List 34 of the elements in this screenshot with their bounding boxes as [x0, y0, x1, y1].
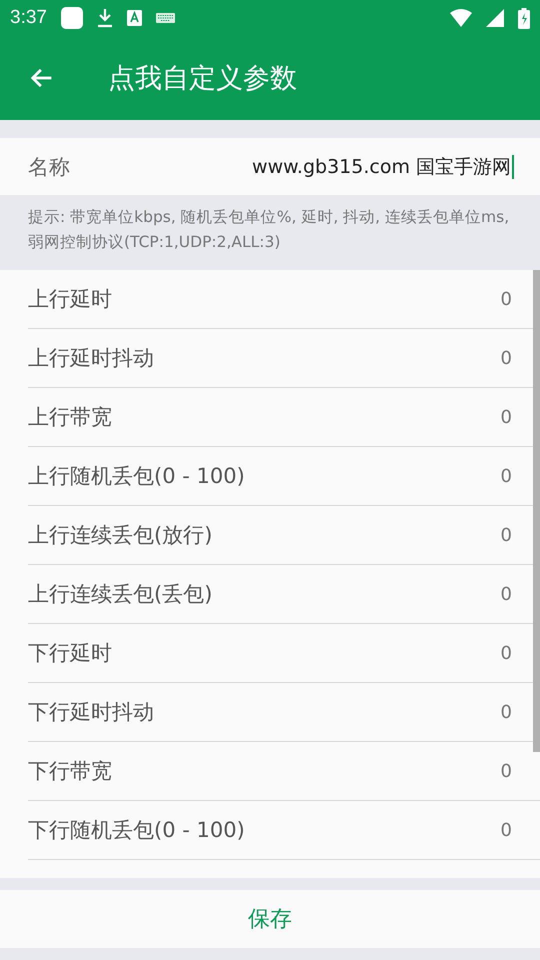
param-value-field[interactable]: 0 — [500, 524, 512, 546]
app-icon — [60, 7, 83, 29]
param-label: 上行随机丢包(0 - 100) — [28, 463, 245, 490]
param-value-field[interactable]: 0 — [500, 584, 512, 604]
param-value-field[interactable]: 0 — [500, 760, 512, 782]
screen-title: 点我自定义参数 — [108, 62, 297, 96]
param-label: 上行连续丢包(放行) — [28, 522, 212, 549]
param-label: 下行带宽 — [28, 758, 112, 785]
keyboard-icon — [156, 13, 175, 23]
battery-charging-icon — [518, 8, 530, 28]
param-value-field[interactable]: 0 — [500, 702, 512, 722]
param-value-field[interactable]: 0 — [500, 466, 512, 486]
hint-text: 提示: 带宽单位kbps, 随机丢包单位%, 延时, 抖动, 连续丢包单位ms, 弱网控制协议(TCP:1,UDP:2,ALL:3) — [27, 207, 510, 253]
param-label: 下行延时抖动 — [28, 699, 154, 726]
name-label: 名称 — [28, 154, 70, 180]
param-value-field[interactable]: 0 — [500, 406, 512, 428]
wifi-icon — [450, 9, 472, 27]
param-label: 下行随机丢包(0 - 100) — [28, 817, 245, 844]
param-label: 下行延时 — [28, 640, 112, 667]
param-label: 上行延时抖动 — [28, 345, 154, 372]
font-icon — [126, 10, 142, 26]
param-value-field[interactable]: 0 — [500, 348, 512, 368]
param-label: 上行带宽 — [28, 404, 112, 431]
scrollbar[interactable] — [533, 270, 540, 752]
param-value-field[interactable]: 0 — [500, 642, 512, 664]
name-input-field[interactable]: www.gb315.com 国宝手游网 — [252, 154, 514, 178]
param-value-field[interactable]: 0 — [500, 288, 512, 310]
status-time: 3:37 — [10, 7, 47, 29]
param-label: 上行连续丢包(丢包) — [28, 581, 212, 608]
save-button[interactable]: 保存 — [0, 890, 540, 948]
param-label: 上行延时 — [28, 286, 112, 313]
signal-icon — [486, 9, 504, 27]
download-icon — [96, 8, 113, 28]
param-value-field[interactable]: 0 — [500, 820, 512, 840]
